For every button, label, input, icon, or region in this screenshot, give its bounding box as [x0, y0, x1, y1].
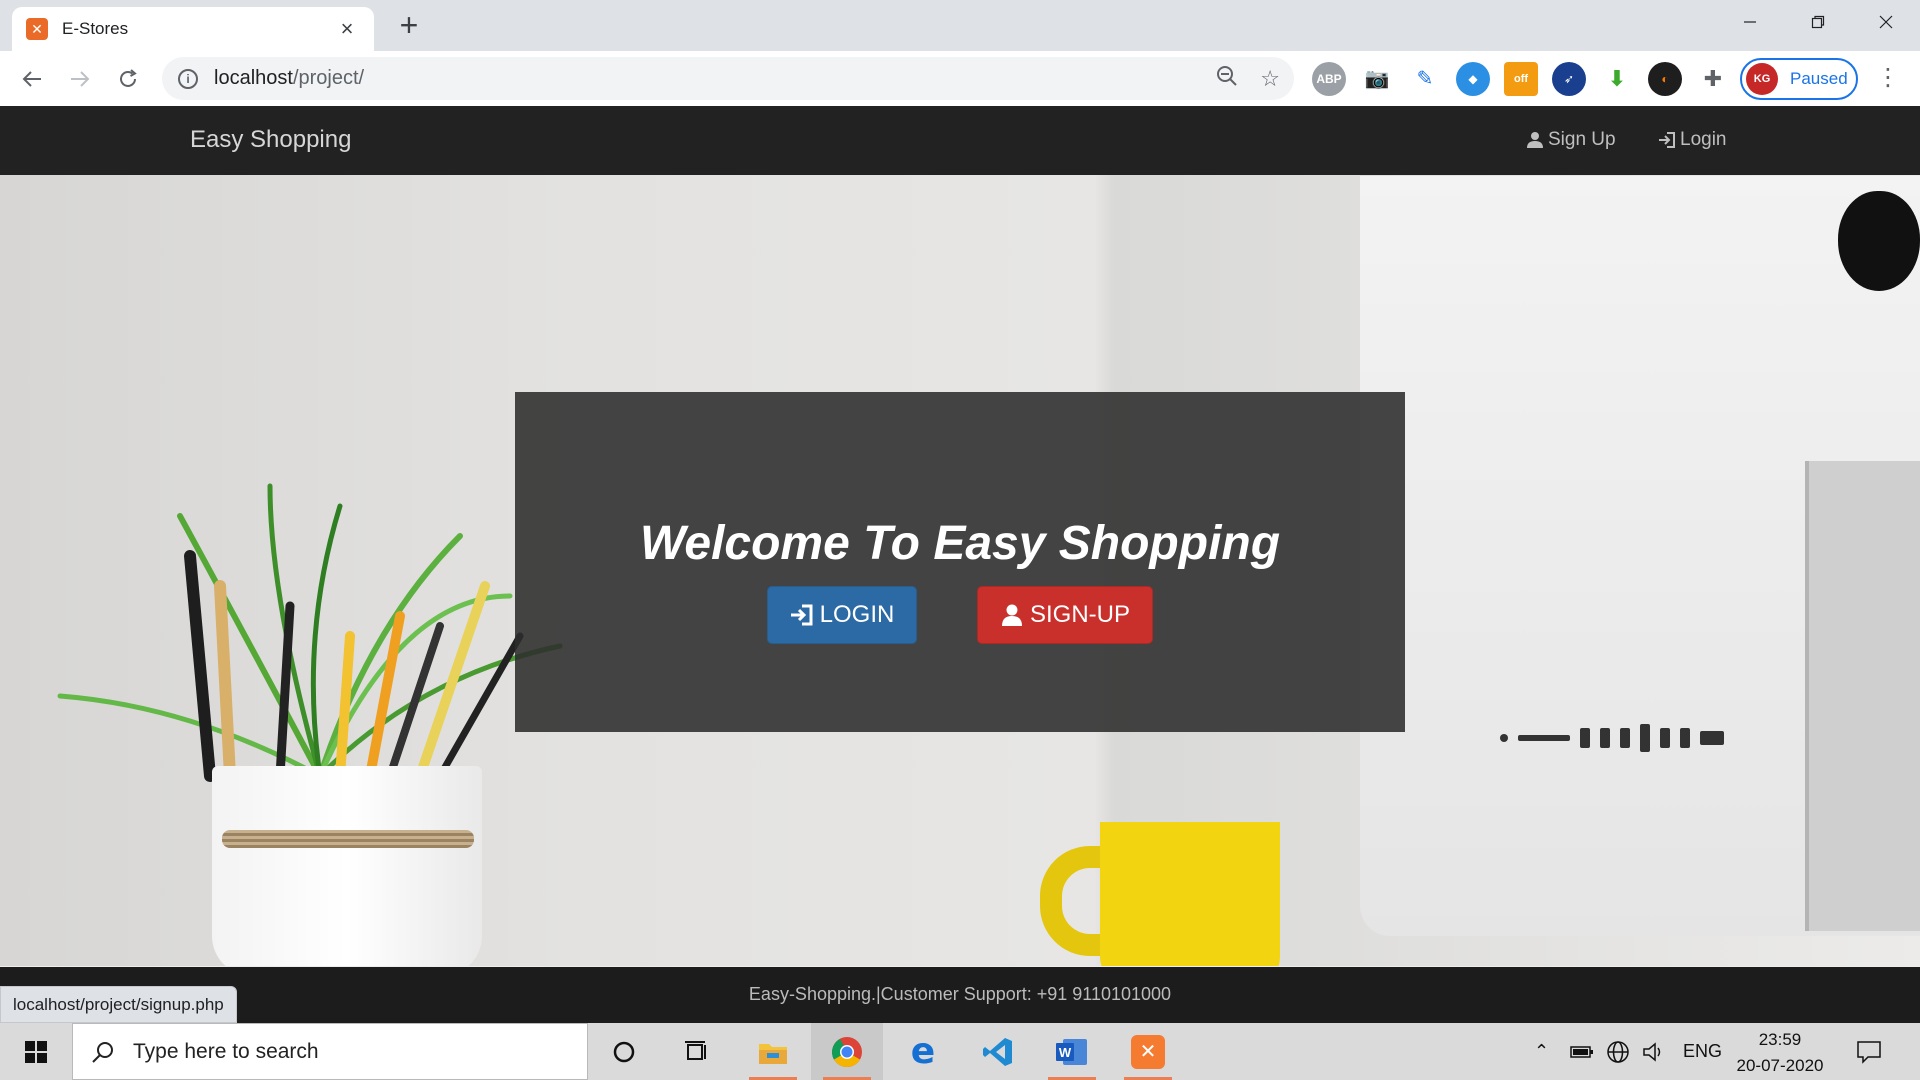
- browser-tab[interactable]: ✕ E-Stores ×: [12, 7, 374, 51]
- minimize-icon[interactable]: [1716, 0, 1784, 44]
- volume-icon[interactable]: [1642, 1023, 1666, 1080]
- puzzle-extensions-icon[interactable]: ✚: [1696, 61, 1730, 96]
- browser-tab-strip: ✕ E-Stores × +: [0, 0, 1920, 51]
- drop-extension-icon[interactable]: ◆: [1456, 61, 1490, 96]
- adblock-extension-icon[interactable]: ABP: [1312, 61, 1346, 96]
- word-icon[interactable]: W: [1036, 1023, 1108, 1080]
- apple-logo-decoration: [1838, 191, 1920, 291]
- new-tab-button[interactable]: +: [392, 8, 426, 42]
- taskbar-clock[interactable]: 23:59 20-07-2020: [1730, 1027, 1830, 1079]
- site-navbar: Easy Shopping Sign Up Login: [0, 106, 1920, 175]
- chrome-icon[interactable]: [811, 1023, 883, 1080]
- nav-signup-link[interactable]: Sign Up: [1526, 129, 1616, 151]
- url-host: localhost: [214, 67, 293, 89]
- profile-button[interactable]: KG Paused: [1740, 58, 1858, 100]
- bird-extension-icon[interactable]: ➶: [1552, 61, 1586, 96]
- back-arrow-icon[interactable]: [16, 63, 48, 95]
- bookmark-star-icon[interactable]: ☆: [1260, 66, 1280, 92]
- hero-signup-button[interactable]: SIGN-UP: [977, 586, 1153, 644]
- window-controls: [1716, 0, 1920, 44]
- nav-login-link[interactable]: Login: [1658, 129, 1727, 151]
- windows-start-icon[interactable]: [0, 1023, 72, 1080]
- task-view-icon[interactable]: [660, 1023, 732, 1080]
- hero-signup-label: SIGN-UP: [1029, 601, 1130, 628]
- reload-icon[interactable]: [112, 63, 144, 95]
- search-icon: [92, 1041, 113, 1063]
- url-text[interactable]: localhost/project/: [214, 67, 364, 90]
- plant-pot-decoration: [212, 766, 482, 976]
- site-brand[interactable]: Easy Shopping: [190, 126, 351, 154]
- clock-date: 20-07-2020: [1736, 1056, 1824, 1075]
- url-path: /project/: [292, 67, 365, 89]
- twine-decoration: [222, 830, 474, 848]
- monitor-back-decoration: [1805, 461, 1920, 931]
- off-extension-icon[interactable]: off: [1504, 61, 1538, 96]
- address-bar[interactable]: i localhost/project/ ☆: [162, 57, 1294, 100]
- cortana-icon[interactable]: [588, 1023, 660, 1080]
- xampp-favicon-icon: ✕: [26, 18, 48, 40]
- flame-extension-icon[interactable]: ◐: [1648, 61, 1682, 96]
- download-extension-icon[interactable]: ⬇: [1600, 61, 1634, 96]
- language-indicator[interactable]: ENG: [1683, 1023, 1722, 1080]
- nav-signup-label: Sign Up: [1548, 129, 1616, 150]
- battery-icon[interactable]: [1570, 1023, 1594, 1080]
- welcome-heading: Welcome To Easy Shopping: [639, 517, 1281, 570]
- nav-login-label: Login: [1680, 129, 1727, 150]
- xampp-icon[interactable]: ✕: [1112, 1023, 1184, 1080]
- file-explorer-icon[interactable]: [737, 1023, 809, 1080]
- camera-extension-icon[interactable]: 📷: [1360, 61, 1394, 96]
- site-footer: Easy-Shopping.|Customer Support: +91 911…: [0, 967, 1920, 1023]
- notifications-icon[interactable]: [1856, 1023, 1882, 1080]
- extension-icons: ABP 📷 ✎ ◆ off ➶ ⬇ ◐ ✚: [1312, 51, 1730, 106]
- user-icon: [1527, 132, 1543, 148]
- browser-toolbar: i localhost/project/ ☆ ABP 📷 ✎ ◆ off ➶ ⬇…: [0, 51, 1920, 106]
- browser-menu-icon[interactable]: ⋮: [1876, 63, 1900, 92]
- taskbar-search-box[interactable]: Type here to search: [72, 1023, 588, 1080]
- welcome-panel: Welcome To Easy Shopping LOGIN SIGN-UP: [515, 392, 1405, 732]
- search-placeholder: Type here to search: [133, 1039, 319, 1063]
- tab-title: E-Stores: [62, 19, 129, 38]
- zoom-icon[interactable]: [1216, 65, 1238, 93]
- edge-icon[interactable]: e: [887, 1023, 959, 1080]
- login-icon: [790, 604, 813, 626]
- link-status-tooltip: localhost/project/signup.php: [0, 986, 237, 1023]
- network-globe-icon[interactable]: [1606, 1023, 1630, 1080]
- tab-close-icon[interactable]: ×: [334, 16, 360, 42]
- show-hidden-icons-icon[interactable]: ⌃: [1534, 1023, 1549, 1080]
- svg-text:W: W: [1059, 1045, 1072, 1060]
- vscode-icon[interactable]: [962, 1023, 1034, 1080]
- web-page: DES Easy Shopp: [0, 106, 1920, 1023]
- login-icon: [1659, 132, 1675, 148]
- hero-login-button[interactable]: LOGIN: [767, 586, 917, 644]
- monitor-ports-decoration: [1500, 724, 1770, 752]
- profile-label: Paused: [1790, 69, 1848, 88]
- user-icon: [1001, 604, 1022, 626]
- dropper-extension-icon[interactable]: ✎: [1408, 61, 1442, 96]
- clock-time: 23:59: [1758, 1030, 1802, 1049]
- forward-arrow-icon[interactable]: [64, 63, 96, 95]
- avatar: KG: [1746, 63, 1778, 95]
- restore-icon[interactable]: [1784, 0, 1852, 44]
- close-window-icon[interactable]: [1852, 0, 1920, 44]
- footer-text: Easy-Shopping.|Customer Support: +91 911…: [748, 984, 1172, 1004]
- windows-taskbar: Type here to search e W ✕ ⌃ ENG 23:59 20…: [0, 1023, 1920, 1080]
- site-info-icon[interactable]: i: [178, 68, 198, 89]
- hero-login-label: LOGIN: [819, 601, 895, 628]
